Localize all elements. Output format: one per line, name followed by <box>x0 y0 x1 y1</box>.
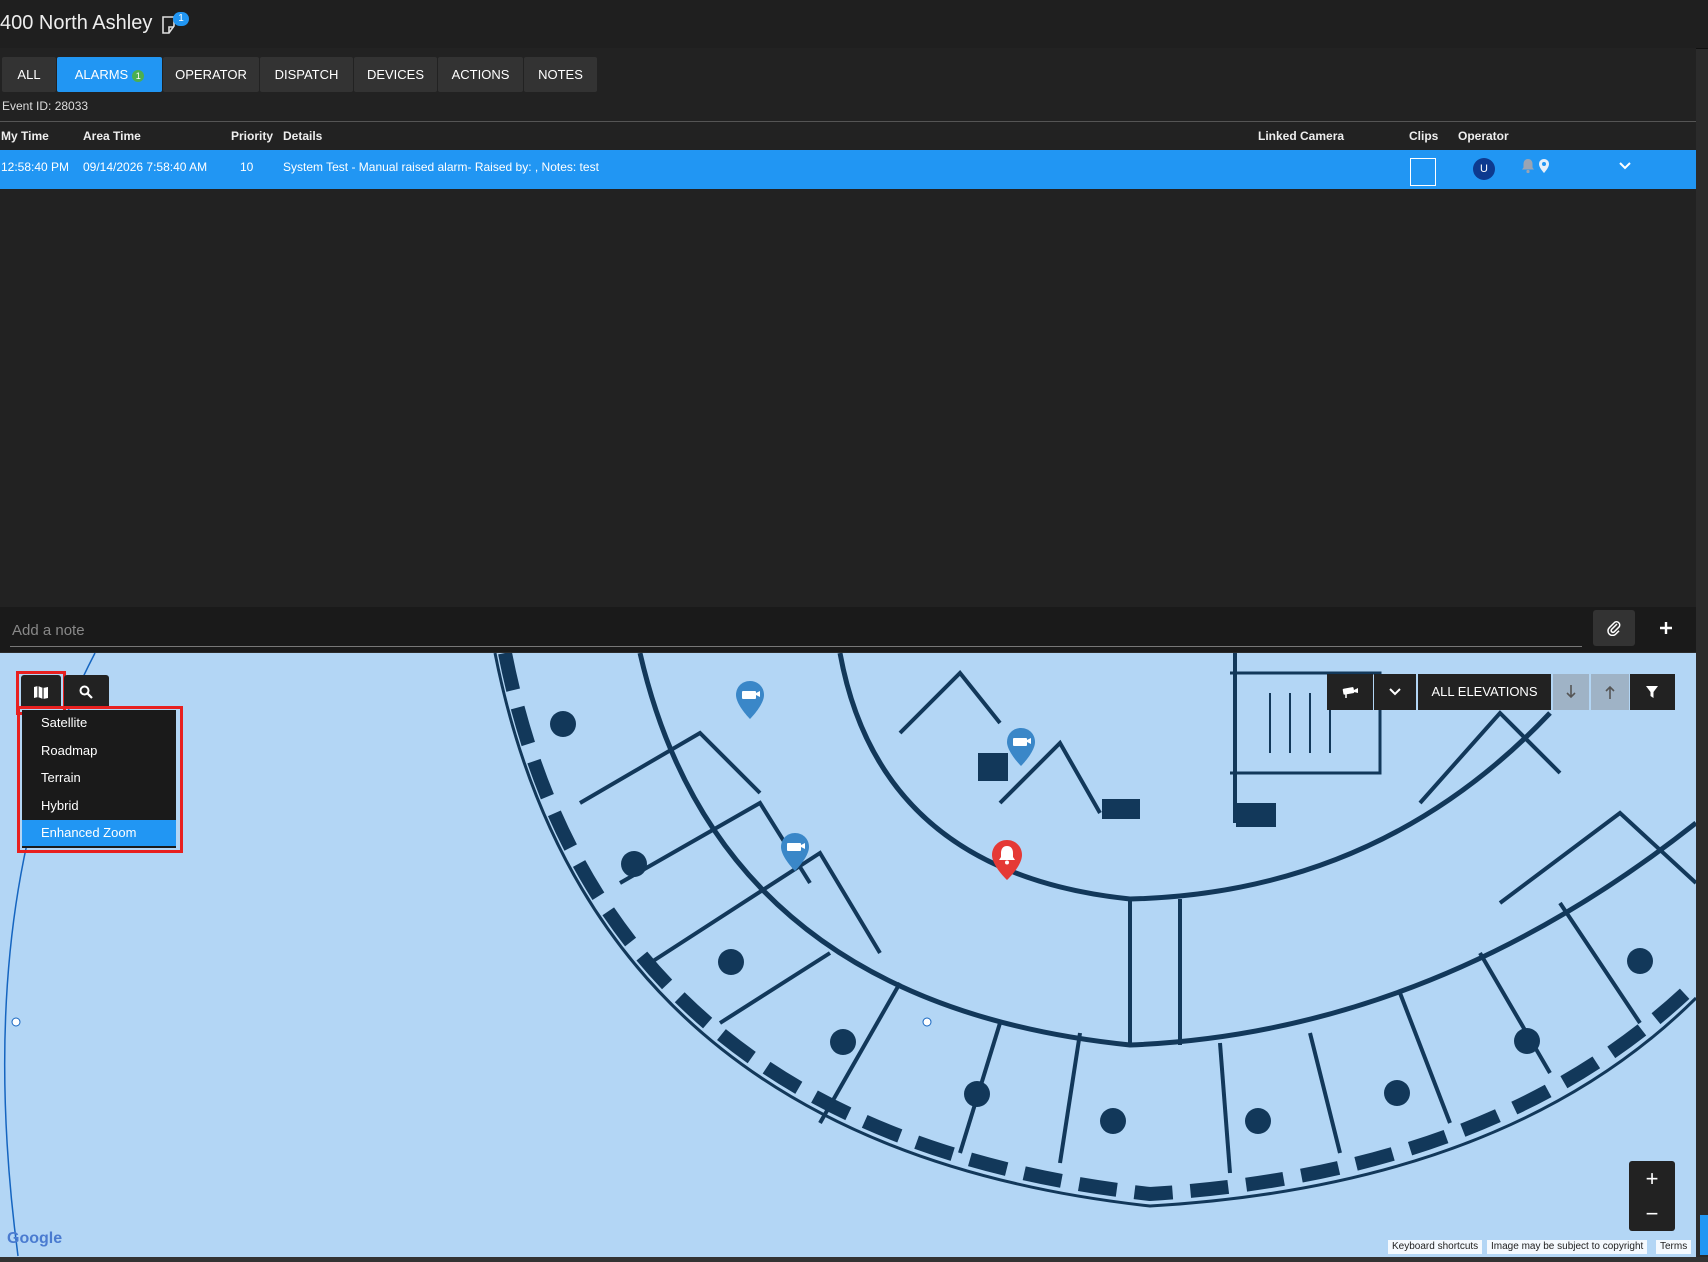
camera-dropdown-button[interactable] <box>1374 674 1416 710</box>
tab-label: DISPATCH <box>274 67 339 82</box>
zoom-control: + − <box>1629 1161 1675 1231</box>
bell-icon[interactable] <box>1521 158 1535 174</box>
alarms-count-badge: 1 <box>132 69 145 82</box>
tab-label: ALL <box>17 67 41 82</box>
camera-toggle-button[interactable] <box>1327 674 1373 710</box>
paperclip-icon <box>1607 621 1621 636</box>
col-header-area-time[interactable]: Area Time <box>83 129 141 143</box>
chevron-down-icon <box>1389 688 1401 696</box>
camera-marker-icon[interactable] <box>779 832 811 872</box>
tab-label: OPERATOR <box>175 67 247 82</box>
map-search-button[interactable] <box>64 675 109 709</box>
elevation-select[interactable]: ALL ELEVATIONS <box>1418 674 1551 710</box>
search-icon <box>79 685 93 699</box>
camera-marker-icon[interactable] <box>1005 727 1037 767</box>
copyright-notice: Image may be subject to copyright <box>1487 1240 1648 1254</box>
tab-actions[interactable]: ACTIONS <box>438 57 523 92</box>
attach-button[interactable] <box>1593 610 1635 646</box>
floor-plan <box>3 653 1696 1257</box>
notes-badge: 1 <box>173 12 189 26</box>
tab-operator[interactable]: OPERATOR <box>163 57 259 92</box>
divider <box>0 121 1696 122</box>
cell-area-time: 09/14/2026 7:58:40 AM <box>83 160 208 174</box>
tab-dispatch[interactable]: DISPATCH <box>260 57 353 92</box>
tab-label: DEVICES <box>366 67 425 82</box>
highlight-frame <box>17 706 183 853</box>
alarm-marker-icon[interactable] <box>990 839 1024 881</box>
camera-marker-icon[interactable] <box>734 680 766 720</box>
zoom-out-button[interactable]: − <box>1629 1196 1675 1231</box>
clip-thumbnail[interactable] <box>1410 158 1436 186</box>
event-id: Event ID: 28033 <box>2 99 89 113</box>
elevation-up-button[interactable] <box>1591 674 1629 710</box>
operator-avatar: U <box>1473 158 1495 180</box>
arrow-up-icon <box>1605 685 1615 699</box>
bottom-edge <box>0 1257 1708 1262</box>
cell-my-time: 12:58:40 PM <box>1 160 70 174</box>
chevron-down-icon[interactable] <box>1618 161 1632 171</box>
page-title: 400 North Ashley <box>0 12 153 34</box>
col-header-linked-camera[interactable]: Linked Camera <box>1258 129 1344 143</box>
tab-label: ACTIONS <box>451 67 510 82</box>
map-view[interactable] <box>0 653 1696 1257</box>
google-logo: Google <box>7 1230 63 1247</box>
tab-label: NOTES <box>538 67 583 82</box>
location-pin-icon[interactable] <box>1538 158 1550 174</box>
tab-label: ALARMS <box>74 67 129 82</box>
col-header-my-time[interactable]: My Time <box>1 129 49 143</box>
note-input[interactable] <box>10 614 1582 647</box>
cell-details: System Test - Manual raised alarm- Raise… <box>283 160 599 174</box>
col-header-operator[interactable]: Operator <box>1458 129 1509 143</box>
header-bar: 400 North Ashley 1 <box>0 0 1708 49</box>
side-handle[interactable] <box>1700 1215 1708 1255</box>
terms-link[interactable]: Terms <box>1656 1240 1692 1254</box>
plus-icon <box>1660 622 1672 634</box>
table-row[interactable] <box>0 150 1696 189</box>
elevation-down-button[interactable] <box>1553 674 1589 710</box>
arrow-down-icon <box>1566 685 1576 699</box>
tab-alarms[interactable]: ALARMS 1 <box>57 57 162 92</box>
tab-notes[interactable]: NOTES <box>524 57 597 92</box>
zoom-in-button[interactable]: + <box>1629 1161 1675 1196</box>
add-note-button[interactable] <box>1645 610 1687 646</box>
filter-icon <box>1646 686 1658 698</box>
col-header-details[interactable]: Details <box>283 129 322 143</box>
col-header-clips[interactable]: Clips <box>1409 129 1438 143</box>
tab-devices[interactable]: DEVICES <box>354 57 437 92</box>
filter-button[interactable] <box>1630 674 1675 710</box>
tab-all[interactable]: ALL <box>2 57 56 92</box>
keyboard-shortcuts-link[interactable]: Keyboard shortcuts <box>1388 1240 1483 1254</box>
col-header-priority[interactable]: Priority <box>231 129 273 143</box>
camera-icon <box>1342 687 1358 698</box>
cell-priority: 10 <box>240 160 254 174</box>
